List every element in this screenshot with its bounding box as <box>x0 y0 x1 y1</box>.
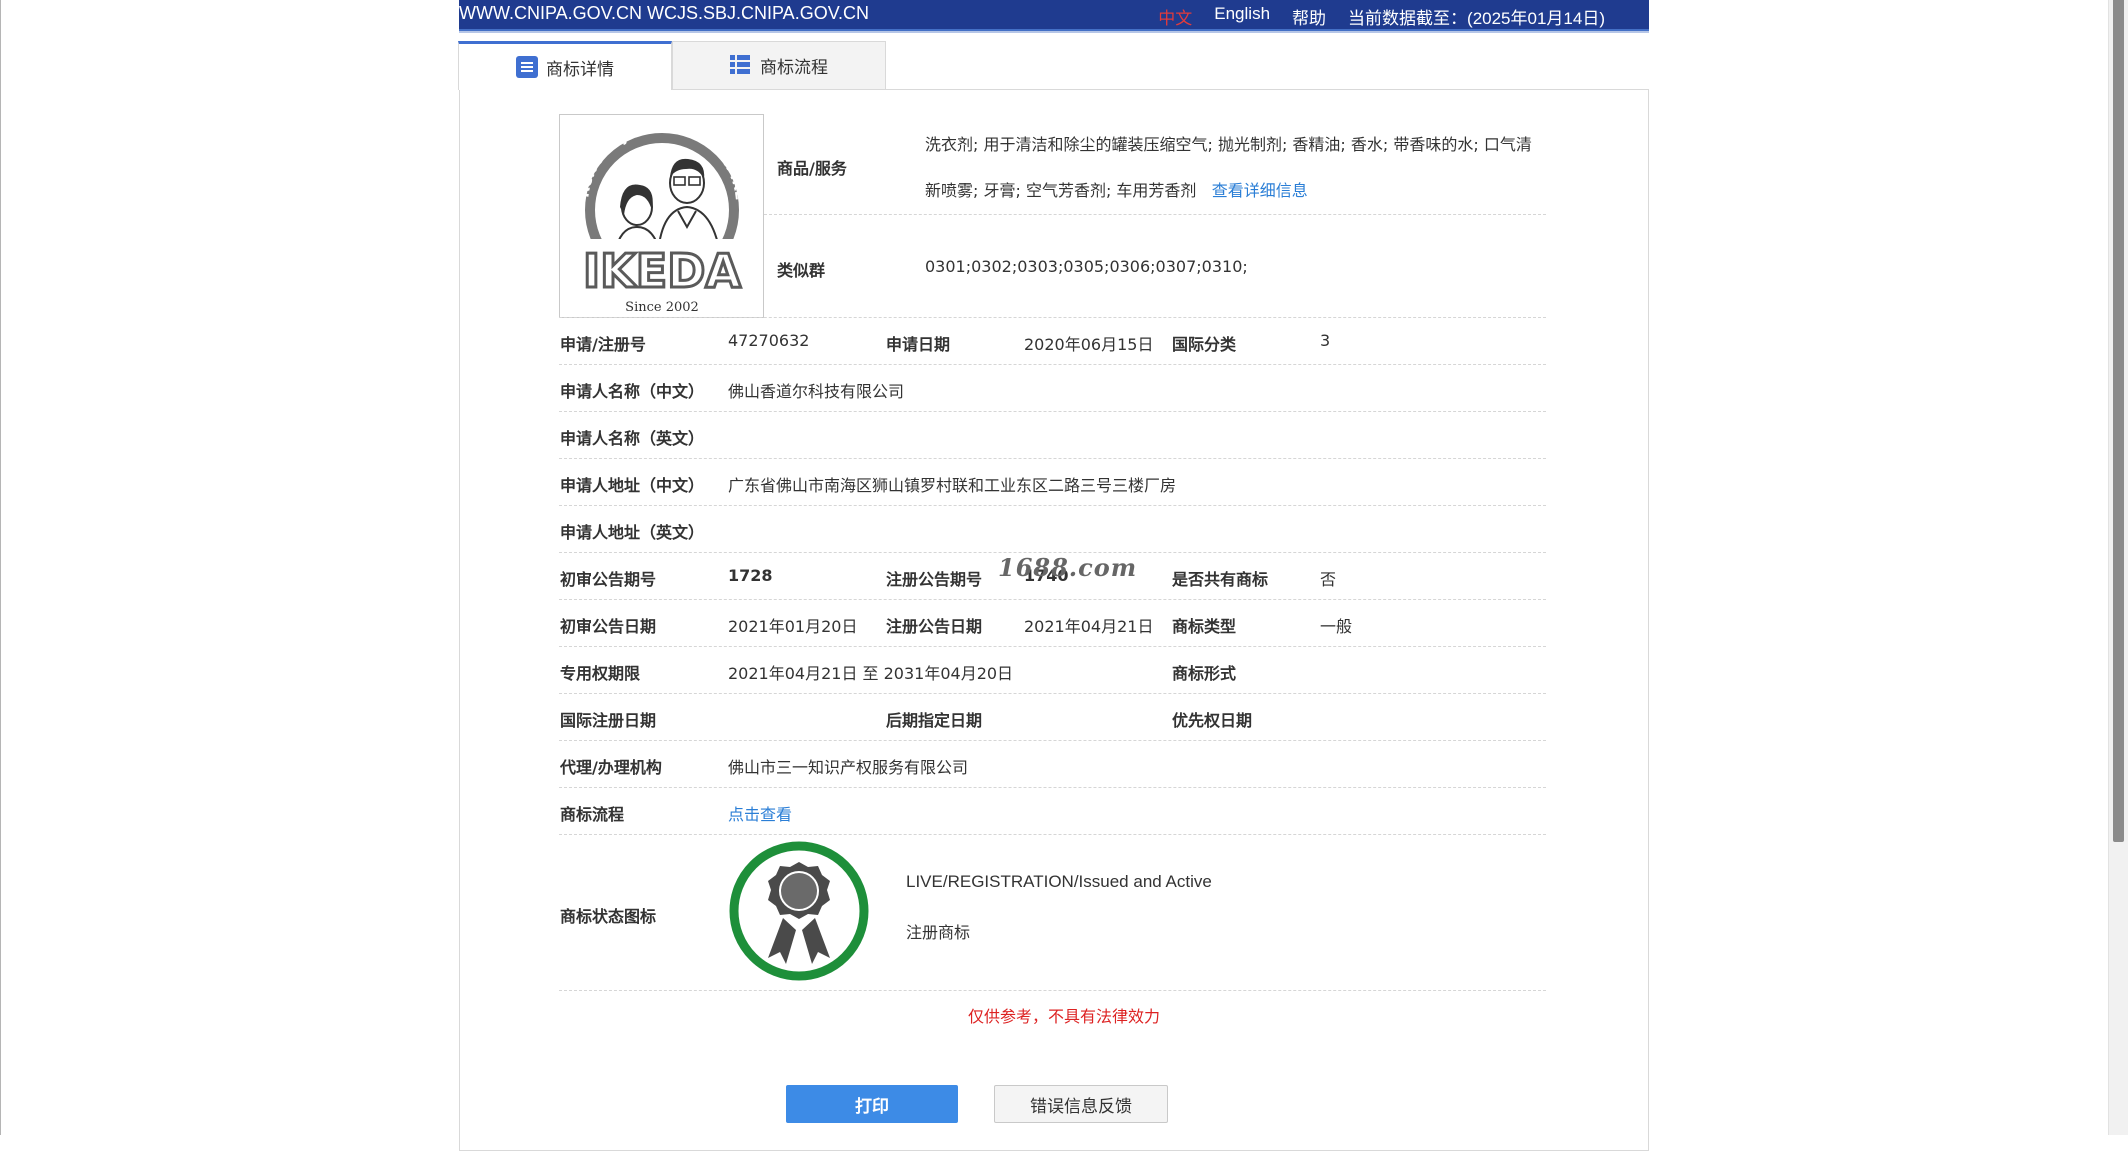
list-icon <box>516 56 538 78</box>
applicant-en-label: 申请人名称（英文） <box>560 429 705 448</box>
agent-label: 代理/办理机构 <box>560 758 662 777</box>
later-designation-label: 后期指定日期 <box>886 711 983 730</box>
header-underline <box>459 31 1649 33</box>
intl-reg-date-label: 国际注册日期 <box>560 711 657 730</box>
reg-no-value: 47270632 <box>728 331 810 350</box>
data-date: 当前数据截至：(2025年01月14日) <box>1348 9 1605 28</box>
prelim-pub-date-value: 2021年01月20日 <box>728 617 858 636</box>
row-divider <box>559 834 1546 835</box>
applicant-cn-label: 申请人名称（中文） <box>560 382 705 401</box>
vertical-scrollbar[interactable] <box>2108 0 2128 1135</box>
shared-label: 是否共有商标 <box>1172 570 1269 589</box>
reg-pub-date-label: 注册公告日期 <box>886 617 983 636</box>
similar-group-label: 类似群 <box>777 261 826 280</box>
reg-no-label: 申请/注册号 <box>560 335 646 354</box>
row-divider <box>559 505 1546 506</box>
address-cn-value: 广东省佛山市南海区狮山镇罗村联和工业东区二路三号三楼厂房 <box>728 476 1177 495</box>
app-date-value: 2020年06月15日 <box>1024 335 1154 354</box>
help-link[interactable]: 帮助 <box>1292 4 1326 29</box>
goods-services-text: 新喷雾; 牙膏; 空气芳香剂; 车用芳香剂 <box>925 181 1197 200</box>
reg-pub-no-label: 注册公告期号 <box>886 570 983 589</box>
reg-pub-date-value: 2021年04月21日 <box>1024 617 1154 636</box>
scrollbar-thumb[interactable] <box>2113 0 2124 842</box>
tab-label: 商标流程 <box>760 58 828 78</box>
registered-seal-icon <box>728 840 870 982</box>
language-chinese-link[interactable]: 中文 <box>1158 4 1192 29</box>
exclusive-period-label: 专用权期限 <box>560 664 641 683</box>
header-right: 中文 English 帮助 当前数据截至：(2025年01月14日) <box>1158 4 1605 29</box>
ikeda-logo: Refresh your world with IKEDA IKEDA Sinc… <box>560 115 748 315</box>
view-details-link[interactable]: 查看详细信息 <box>1212 181 1308 200</box>
intl-class-label: 国际分类 <box>1172 335 1237 354</box>
disclaimer: 仅供参考，不具有法律效力 <box>967 1007 1160 1026</box>
goods-services-label: 商品/服务 <box>777 159 847 178</box>
logo-brand-text: IKEDA <box>583 244 741 298</box>
svg-text:Refresh your world with IKEDA: Refresh your world with IKEDA <box>560 115 748 201</box>
tab-trademark-process[interactable]: 商标流程 <box>672 41 886 89</box>
address-en-label: 申请人地址（英文） <box>560 523 705 542</box>
site-links[interactable]: WWW.CNIPA.GOV.CN WCJS.SBJ.CNIPA.GOV.CN <box>459 3 869 24</box>
error-feedback-button[interactable]: 错误信息反馈 <box>994 1085 1168 1123</box>
prelim-pub-date-label: 初审公告日期 <box>560 617 657 636</box>
prelim-pub-no-value: 1728 <box>728 566 773 585</box>
logo-since-text: Since 2002 <box>625 300 699 315</box>
priority-date-label: 优先权日期 <box>1172 711 1253 730</box>
applicant-cn-value: 佛山香道尔科技有限公司 <box>728 382 905 401</box>
print-button[interactable]: 打印 <box>786 1085 958 1123</box>
row-divider <box>559 411 1546 412</box>
status-icon-label: 商标状态图标 <box>560 907 657 926</box>
row-divider <box>559 693 1546 694</box>
tab-label: 商标详情 <box>546 59 614 80</box>
app-date-label: 申请日期 <box>886 335 951 354</box>
exclusive-period-value: 2021年04月21日 至 2031年04月20日 <box>728 664 1014 683</box>
site-header: WWW.CNIPA.GOV.CN WCJS.SBJ.CNIPA.GOV.CN 中… <box>459 0 1649 31</box>
intl-class-value: 3 <box>1320 331 1331 350</box>
status-cn: 注册商标 <box>906 923 971 942</box>
site-watermark: 1688.com <box>998 553 1138 582</box>
row-divider <box>559 740 1546 741</box>
row-divider <box>559 458 1546 459</box>
process-label: 商标流程 <box>560 805 625 824</box>
address-cn-label: 申请人地址（中文） <box>560 476 705 495</box>
view-process-link[interactable]: 点击查看 <box>728 801 792 825</box>
trademark-image: Refresh your world with IKEDA IKEDA Sinc… <box>559 114 764 318</box>
row-divider <box>559 990 1546 991</box>
row-divider <box>559 599 1546 600</box>
row-divider <box>559 787 1546 788</box>
status-en: LIVE/REGISTRATION/Issued and Active <box>906 872 1212 891</box>
shared-value: 否 <box>1320 570 1337 589</box>
tm-type-label: 商标类型 <box>1172 617 1237 636</box>
table-icon <box>730 54 752 77</box>
prelim-pub-no-label: 初审公告期号 <box>560 570 657 589</box>
logo-arc-text: Refresh your world with IKEDA <box>560 115 748 201</box>
goods-services-line-2: 新喷雾; 牙膏; 空气芳香剂; 车用芳香剂 查看详细信息 <box>925 177 1308 201</box>
goods-services-line-1: 洗衣剂; 用于清洁和除尘的罐装压缩空气; 抛光制剂; 香精油; 香水; 带香味的… <box>925 135 1532 154</box>
tm-type-value: 一般 <box>1320 617 1353 636</box>
tm-form-label: 商标形式 <box>1172 664 1237 683</box>
row-divider <box>559 646 1546 647</box>
agent-value: 佛山市三一知识产权服务有限公司 <box>728 758 969 777</box>
tab-trademark-details[interactable]: 商标详情 <box>458 41 672 90</box>
row-divider <box>559 364 1546 365</box>
row-divider <box>764 214 1546 215</box>
language-english-link[interactable]: English <box>1214 4 1270 29</box>
similar-group-value: 0301;0302;0303;0305;0306;0307;0310; <box>925 257 1248 276</box>
row-divider <box>559 317 1546 318</box>
page-left-border <box>0 0 1 1135</box>
